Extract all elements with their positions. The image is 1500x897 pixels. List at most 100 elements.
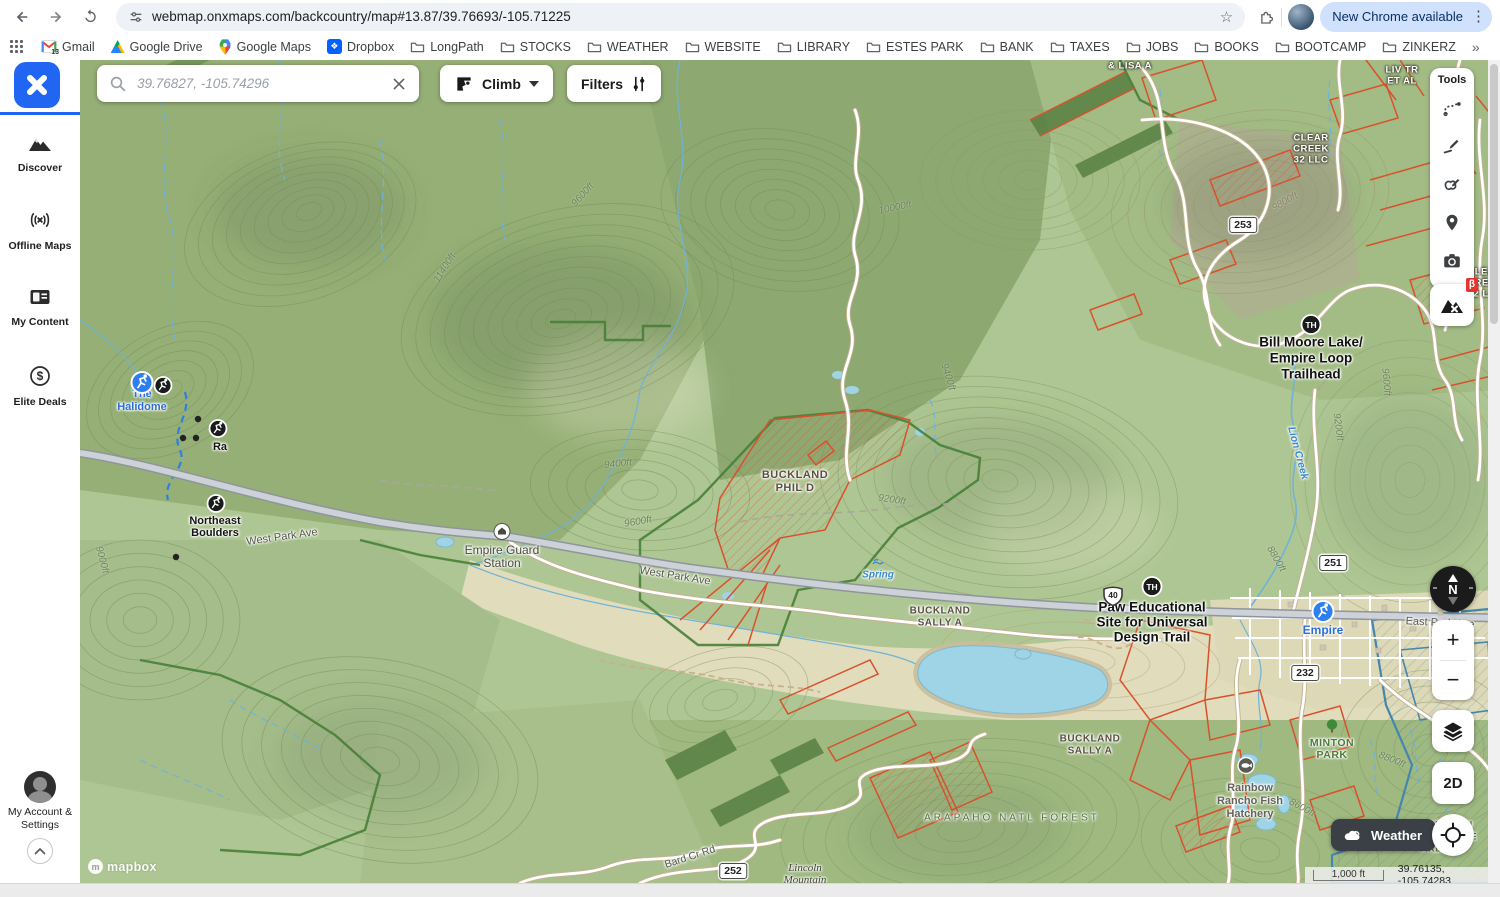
folder-icon: [1382, 40, 1397, 53]
reload-button[interactable]: [76, 3, 104, 31]
apps-grid-icon[interactable]: [10, 40, 23, 53]
spring-icon: [871, 554, 885, 572]
line-tool-button[interactable]: [1430, 128, 1474, 166]
new-chrome-button[interactable]: New Chrome available ⋮: [1320, 2, 1492, 32]
compass-control[interactable]: N: [1430, 566, 1476, 612]
bookmark-google-maps[interactable]: Google Maps: [213, 36, 317, 57]
bookmarks-overflow[interactable]: »: [1466, 37, 1486, 57]
bookmark-bootcamp[interactable]: BOOTCAMP: [1269, 38, 1373, 56]
onx-app: The Halidome Ra Northeast Boulders Empir…: [0, 60, 1500, 883]
weather-button[interactable]: Weather: [1331, 819, 1436, 851]
url-bar[interactable]: webmap.onxmaps.com/backcountry/map#13.87…: [116, 3, 1245, 31]
bookmark-dropbox[interactable]: ❖ Dropbox: [321, 37, 400, 56]
bookmark-bank[interactable]: BANK: [974, 38, 1040, 56]
cursor-coordinates: 39.76135, -105.74283: [1398, 863, 1480, 883]
bookmark-label: WEATHER: [607, 40, 669, 54]
zoom-control: + −: [1432, 620, 1474, 700]
waypoint-pin-icon: [1441, 212, 1463, 234]
mapbox-attribution[interactable]: m mapbox: [88, 859, 157, 874]
svg-text:$: $: [37, 369, 44, 383]
sidebar-item-discover[interactable]: Discover: [0, 132, 80, 175]
layers-button[interactable]: [1432, 710, 1474, 752]
gmail-icon: 13: [41, 40, 57, 53]
map-terrain: [80, 60, 1500, 883]
bookmark-gmail[interactable]: 13 Gmail: [35, 38, 101, 56]
road-shield-252: 252: [719, 863, 747, 879]
sidebar-item-elite-deals[interactable]: $ Elite Deals: [0, 364, 80, 409]
map-viewport[interactable]: The Halidome Ra Northeast Boulders Empir…: [80, 60, 1500, 883]
dropbox-icon: ❖: [327, 39, 342, 54]
toolbar-separator: [1281, 8, 1282, 26]
clear-search-icon[interactable]: [391, 76, 407, 92]
folder-icon: [500, 40, 515, 53]
trailhead-marker[interactable]: TH: [1300, 314, 1322, 341]
collapse-sidebar-button[interactable]: [27, 838, 53, 864]
climbing-area-marker-halidome[interactable]: [130, 371, 154, 400]
photo-tool-button[interactable]: [1430, 242, 1474, 280]
bookmark-longpath[interactable]: LongPath: [404, 38, 490, 56]
svg-text:TH: TH: [1146, 582, 1157, 592]
scale-bar: 1,000 ft: [1313, 870, 1384, 881]
bookmark-website[interactable]: WEBSITE: [679, 38, 767, 56]
locate-button[interactable]: [1432, 814, 1474, 856]
bookmark-label: BANK: [1000, 40, 1034, 54]
sidebar-item-offline-maps[interactable]: Offline Maps: [0, 208, 80, 253]
sidebar-label: Elite Deals: [0, 396, 80, 409]
sidebar-label: Offline Maps: [0, 240, 80, 253]
camera-icon: [1441, 250, 1463, 272]
bookmark-library[interactable]: LIBRARY: [771, 38, 856, 56]
bookmark-label: BOOTCAMP: [1295, 40, 1367, 54]
filters-button[interactable]: Filters: [567, 65, 661, 102]
bookmark-star-icon[interactable]: ☆: [1220, 8, 1233, 26]
onx-logo[interactable]: [14, 62, 60, 108]
scrollbar-thumb[interactable]: [1490, 64, 1498, 324]
us-40-shield: 40: [1101, 585, 1125, 612]
folder-icon: [980, 40, 995, 53]
bookmark-estes-park[interactable]: ESTES PARK: [860, 38, 970, 56]
vertical-scrollbar[interactable]: [1488, 60, 1500, 883]
trailhead-marker[interactable]: TH: [1141, 576, 1163, 603]
chevron-down-icon: [529, 81, 539, 87]
climbing-area-marker-ra[interactable]: [208, 419, 228, 444]
track-tool-button[interactable]: [1430, 90, 1474, 128]
waypoint-dot[interactable]: [192, 429, 200, 447]
account-label-line1: My Account &: [0, 806, 80, 819]
folder-icon: [1126, 40, 1141, 53]
profile-avatar[interactable]: [1288, 4, 1314, 30]
bookmark-stocks[interactable]: STOCKS: [494, 38, 577, 56]
sidebar-item-my-content[interactable]: My Content: [0, 286, 80, 329]
active-tab-indicator: [0, 112, 80, 115]
climbing-area-marker[interactable]: [153, 376, 173, 401]
bookmark-zinkerz[interactable]: ZINKERZ: [1376, 38, 1461, 56]
bookmark-label: LIBRARY: [797, 40, 850, 54]
extensions-icon[interactable]: [1257, 8, 1275, 26]
waypoint-dot[interactable]: [172, 548, 180, 566]
menu-kebab-icon[interactable]: ⋮: [1471, 9, 1486, 24]
forward-button[interactable]: [42, 3, 70, 31]
bookmark-jobs[interactable]: JOBS: [1120, 38, 1185, 56]
map-search-bar[interactable]: 39.76827, -105.74296: [97, 65, 419, 102]
bookmark-books[interactable]: BOOKS: [1188, 38, 1264, 56]
zoom-in-button[interactable]: +: [1432, 620, 1474, 660]
sidebar-account[interactable]: My Account & Settings: [0, 771, 80, 864]
bookmark-weather[interactable]: WEATHER: [581, 38, 675, 56]
onx-beta-button[interactable]: β: [1430, 284, 1474, 326]
all-bookmarks[interactable]: All Bookmarks: [1494, 38, 1500, 56]
climb-icon: [454, 74, 474, 94]
zoom-out-button[interactable]: −: [1432, 661, 1474, 701]
shape-tool-button[interactable]: [1430, 166, 1474, 204]
bookmark-label: Gmail: [62, 40, 95, 54]
search-input[interactable]: 39.76827, -105.74296: [137, 76, 381, 91]
waypoint-dot[interactable]: [179, 429, 187, 447]
bookmark-taxes[interactable]: TAXES: [1044, 38, 1116, 56]
2d-3d-toggle[interactable]: 2D: [1432, 762, 1474, 804]
climbing-area-marker-empire[interactable]: [1311, 600, 1335, 629]
bookmark-google-drive[interactable]: Google Drive: [105, 38, 209, 56]
waypoint-dot[interactable]: [194, 410, 202, 428]
waypoint-tool-button[interactable]: [1430, 204, 1474, 242]
climbing-area-marker-ne-boulders[interactable]: [206, 494, 226, 519]
onx-mountain-icon: [1439, 294, 1465, 316]
back-button[interactable]: [8, 3, 36, 31]
horizontal-scrollbar-track[interactable]: [0, 883, 1500, 897]
activ​ity-selector-climb[interactable]: Climb: [440, 65, 553, 102]
